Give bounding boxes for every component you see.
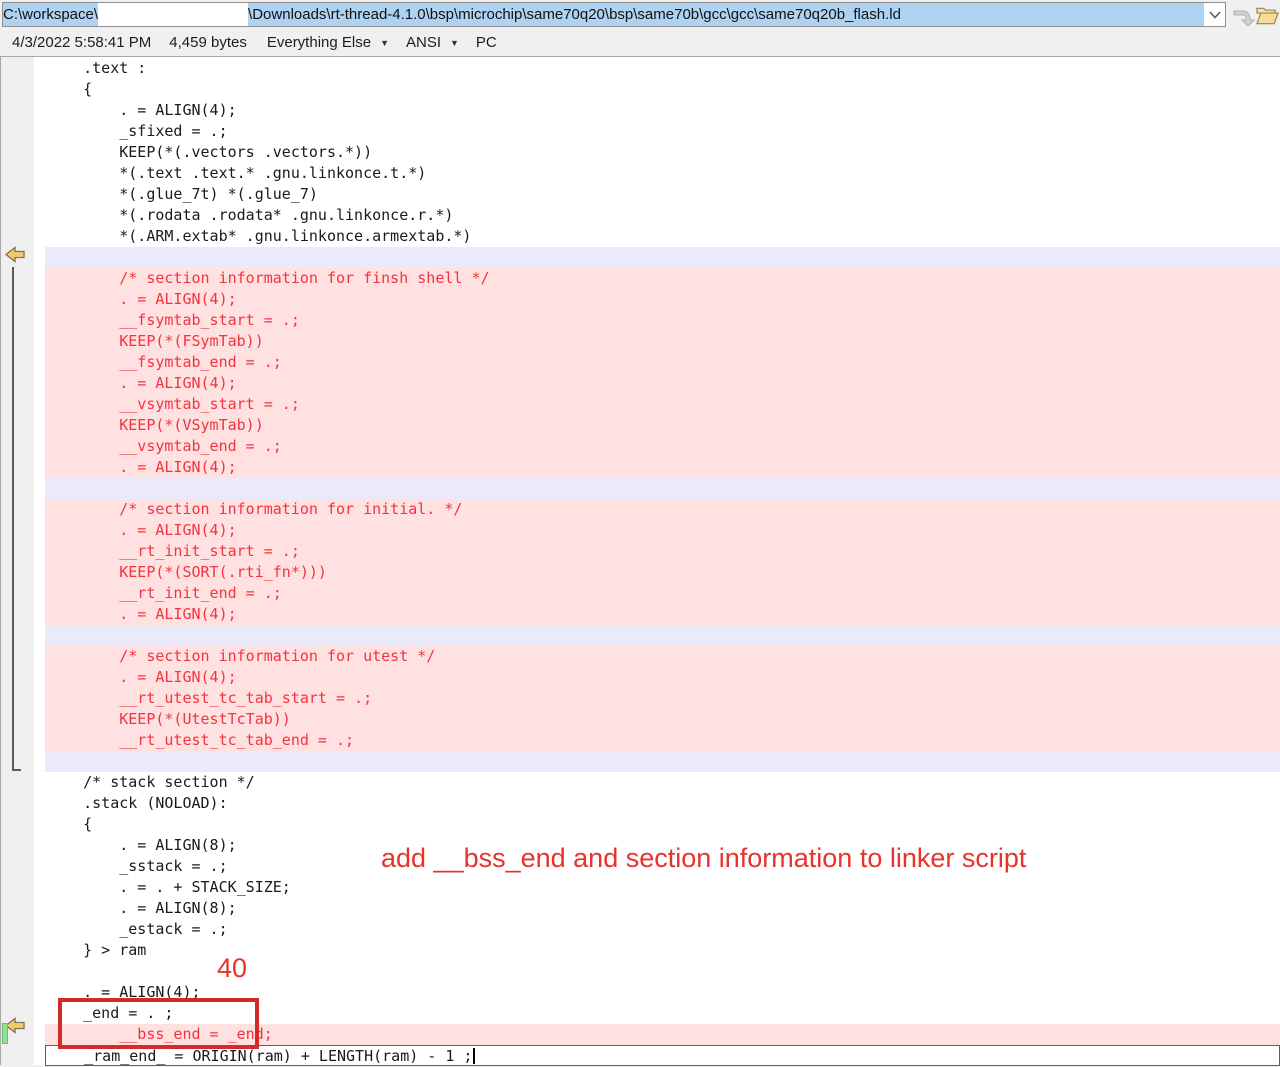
code-line[interactable]: KEEP(*(SORT(.rti_fn*))) xyxy=(45,562,1280,583)
code-line[interactable]: __rt_utest_tc_tab_start = .; xyxy=(45,688,1280,709)
file-path-prefix: C:\workspace\ xyxy=(3,3,98,26)
encoding-dropdown-triangle-icon[interactable]: ▼ xyxy=(450,38,459,48)
code-line[interactable]: __vsymtab_start = .; xyxy=(45,394,1280,415)
code-line[interactable]: __fsymtab_start = .; xyxy=(45,310,1280,331)
open-folder-icon xyxy=(1255,4,1279,26)
code-line[interactable]: __rt_init_start = .; xyxy=(45,541,1280,562)
chevron-down-icon xyxy=(1209,11,1221,19)
code-line[interactable]: KEEP(*(UtestTcTab)) xyxy=(45,709,1280,730)
code-line[interactable]: .text : xyxy=(45,58,1280,79)
browse-file-button[interactable] xyxy=(1255,3,1279,27)
encoding-dropdown[interactable]: ANSI xyxy=(406,34,441,51)
code-line[interactable]: /* section information for initial. */ xyxy=(45,499,1280,520)
code-line[interactable]: . = ALIGN(4); xyxy=(45,520,1280,541)
swap-arrow-icon xyxy=(1231,4,1255,26)
code-line[interactable] xyxy=(45,247,1280,268)
code-line[interactable]: KEEP(*(FSymTab)) xyxy=(45,331,1280,352)
linker-script-code: .text : { . = ALIGN(4); _sfixed = .; KEE… xyxy=(34,58,1280,1065)
code-line[interactable]: _sfixed = .; xyxy=(45,121,1280,142)
code-line[interactable]: . = ALIGN(4); xyxy=(45,289,1280,310)
code-line[interactable]: __rt_utest_tc_tab_end = .; xyxy=(45,730,1280,751)
file-path-redacted-gap xyxy=(98,3,248,26)
code-line[interactable]: . = ALIGN(4); xyxy=(45,667,1280,688)
code-line[interactable]: __rt_init_end = .; xyxy=(45,583,1280,604)
code-line[interactable]: . = ALIGN(4); xyxy=(45,373,1280,394)
code-line[interactable]: . = ALIGN(4); xyxy=(45,604,1280,625)
swap-sides-button xyxy=(1231,3,1255,27)
code-line[interactable]: . = ALIGN(4); xyxy=(45,100,1280,121)
file-info-bar: 4/3/2022 5:58:41 PM 4,459 bytes Everythi… xyxy=(0,29,1280,56)
path-dropdown-button[interactable] xyxy=(1204,3,1225,26)
code-line[interactable]: .stack (NOLOAD): xyxy=(45,793,1280,814)
file-path-combobox[interactable]: C:\workspace\ \Downloads\rt-thread-4.1.0… xyxy=(2,2,1226,27)
line-endings-label: PC xyxy=(476,34,497,51)
file-path-suffix: \Downloads\rt-thread-4.1.0\bsp\microchip… xyxy=(248,3,1204,26)
code-line[interactable]: /* stack section */ xyxy=(45,772,1280,793)
code-line[interactable] xyxy=(45,625,1280,646)
code-line[interactable]: KEEP(*(.vectors .vectors.*)) xyxy=(45,142,1280,163)
code-line[interactable]: _estack = .; xyxy=(45,919,1280,940)
diff-gutter xyxy=(1,57,34,1065)
review-annotation-rectangle xyxy=(58,998,259,1049)
code-line[interactable]: *(.text .text.* .gnu.linkonce.t.*) xyxy=(45,163,1280,184)
code-line[interactable]: __vsymtab_end = .; xyxy=(45,436,1280,457)
text-caret xyxy=(473,1048,475,1064)
current-section-marker xyxy=(2,1023,8,1044)
code-line[interactable]: *(.ARM.extab* .gnu.linkonce.armextab.*) xyxy=(45,226,1280,247)
code-line[interactable]: /* section information for utest */ xyxy=(45,646,1280,667)
copy-section-left-button[interactable] xyxy=(4,246,26,263)
code-line[interactable]: /* section information for finsh shell *… xyxy=(45,268,1280,289)
code-line[interactable]: . = ALIGN(4); xyxy=(45,457,1280,478)
diff-editor-pane: .text : { . = ALIGN(4); _sfixed = .; KEE… xyxy=(0,56,1280,1065)
merge-left-arrow-icon xyxy=(4,246,26,263)
code-line[interactable]: KEEP(*(VSymTab)) xyxy=(45,415,1280,436)
code-line[interactable] xyxy=(45,478,1280,499)
code-line[interactable]: . = ALIGN(8); xyxy=(45,898,1280,919)
file-size: 4,459 bytes xyxy=(169,34,247,51)
code-line[interactable] xyxy=(45,751,1280,772)
review-annotation-text: add __bss_end and section information to… xyxy=(381,843,1026,874)
format-dropdown-triangle-icon[interactable]: ▼ xyxy=(380,38,389,48)
code-line[interactable]: { xyxy=(45,814,1280,835)
diff-section-bracket xyxy=(12,267,21,771)
code-line[interactable]: __fsymtab_end = .; xyxy=(45,352,1280,373)
code-line[interactable]: *(.glue_7t) *(.glue_7) xyxy=(45,184,1280,205)
code-line[interactable]: { xyxy=(45,79,1280,100)
code-line[interactable]: . = . + STACK_SIZE; xyxy=(45,877,1280,898)
file-timestamp: 4/3/2022 5:58:41 PM xyxy=(12,34,151,51)
file-path-bar: C:\workspace\ \Downloads\rt-thread-4.1.0… xyxy=(0,0,1280,29)
file-format-dropdown[interactable]: Everything Else xyxy=(267,34,371,51)
code-line[interactable]: *(.rodata .rodata* .gnu.linkonce.r.*) xyxy=(45,205,1280,226)
review-annotation-number: 40 xyxy=(217,953,247,984)
